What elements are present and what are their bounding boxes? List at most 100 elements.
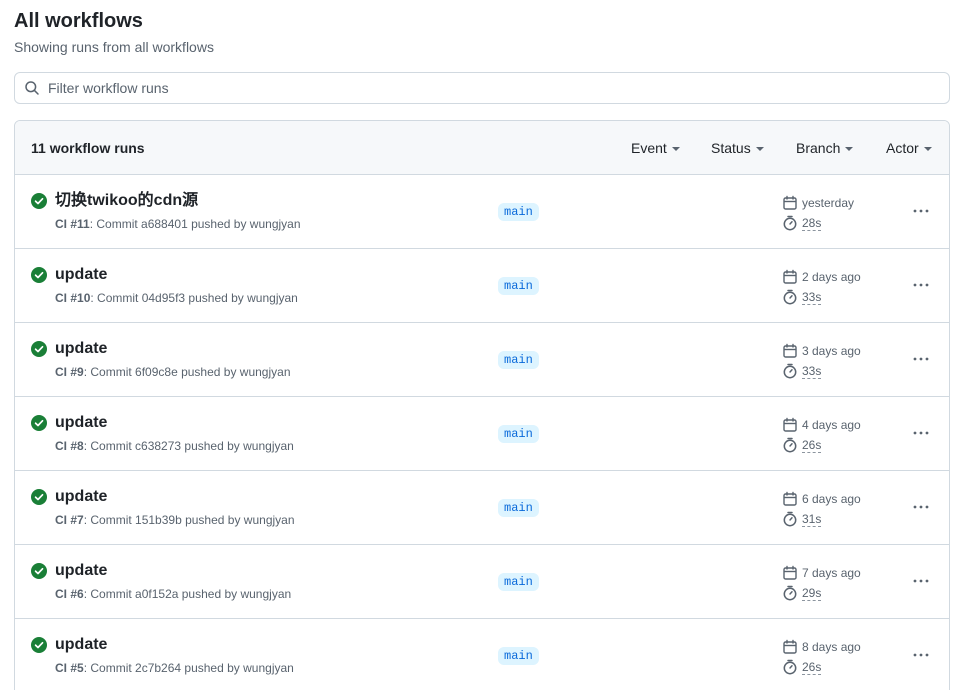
calendar-icon [783, 491, 797, 506]
caret-down-icon [923, 147, 932, 151]
status-filter-label: Status [711, 140, 751, 156]
run-date-text: yesterday [802, 196, 855, 210]
run-title-link[interactable]: update [55, 339, 107, 359]
run-duration-text: 33s [802, 289, 822, 305]
run-duration: 29s [782, 584, 822, 602]
caret-down-icon [755, 147, 764, 151]
branch-badge[interactable]: main [498, 277, 539, 295]
run-duration-text: 26s [802, 659, 822, 675]
more-options-button[interactable] [907, 645, 935, 665]
run-date: 7 days ago [782, 564, 861, 582]
run-title-link[interactable]: update [55, 561, 107, 581]
run-number: #6 [70, 587, 84, 601]
runs-list-header: 11 workflow runs Event Status Branch Act… [15, 121, 949, 175]
workflow-run-row: update CI #10: Commit 04d95f3 pushed by … [15, 249, 949, 323]
more-options-button[interactable] [907, 275, 935, 295]
calendar-icon [783, 417, 797, 432]
workflow-run-row: update CI #7: Commit 151b39b pushed by w… [15, 471, 949, 545]
run-title-link[interactable]: update [55, 413, 107, 433]
run-date: 2 days ago [782, 268, 861, 286]
run-date-text: 6 days ago [802, 492, 861, 506]
success-check-icon [31, 489, 47, 505]
search-icon [24, 80, 40, 96]
run-duration-text: 29s [802, 585, 822, 601]
run-duration-text: 26s [802, 437, 822, 453]
run-commit-detail: : Commit 6f09c8e pushed by wungjyan [83, 365, 291, 379]
stopwatch-icon [783, 659, 797, 675]
branch-badge[interactable]: main [498, 351, 539, 369]
run-title-link[interactable]: update [55, 265, 107, 285]
run-commit-detail: : Commit c638273 pushed by wungjyan [83, 439, 294, 453]
branch-badge[interactable]: main [498, 573, 539, 591]
branch-filter-button[interactable]: Branch [796, 140, 854, 156]
kebab-horizontal-icon [913, 431, 929, 435]
kebab-horizontal-icon [913, 505, 929, 509]
run-date-text: 2 days ago [802, 270, 861, 284]
workflow-run-row: update CI #8: Commit c638273 pushed by w… [15, 397, 949, 471]
run-commit-detail: : Commit a0f152a pushed by wungjyan [83, 587, 292, 601]
workflow-runs-list: 11 workflow runs Event Status Branch Act… [14, 120, 950, 690]
run-number: #9 [70, 365, 84, 379]
kebab-horizontal-icon [913, 579, 929, 583]
stopwatch-icon [783, 511, 797, 527]
more-options-button[interactable] [907, 201, 935, 221]
run-title-link[interactable]: 切换twikoo的cdn源 [55, 191, 198, 211]
success-check-icon [31, 341, 47, 357]
run-workflow-name: CI [55, 587, 67, 601]
run-date: 6 days ago [782, 490, 861, 508]
more-options-button[interactable] [907, 571, 935, 591]
run-date: 4 days ago [782, 416, 861, 434]
stopwatch-icon [783, 363, 797, 379]
success-check-icon [31, 563, 47, 579]
kebab-horizontal-icon [913, 357, 929, 361]
stopwatch-icon [783, 289, 797, 305]
workflow-run-row: update CI #5: Commit 2c7b264 pushed by w… [15, 619, 949, 690]
run-workflow-name: CI [55, 217, 67, 231]
run-workflow-name: CI [55, 365, 67, 379]
runs-count: 11 workflow runs [31, 140, 145, 156]
run-commit-detail: : Commit 04d95f3 pushed by wungjyan [90, 291, 298, 305]
branch-badge[interactable]: main [498, 203, 539, 221]
success-check-icon [31, 193, 47, 209]
actor-filter-button[interactable]: Actor [886, 140, 932, 156]
run-title-link[interactable]: update [55, 635, 107, 655]
run-date: yesterday [782, 194, 854, 212]
calendar-icon [783, 343, 797, 358]
filter-runs-input[interactable] [48, 74, 928, 102]
run-workflow-name: CI [55, 661, 67, 675]
more-options-button[interactable] [907, 497, 935, 517]
stopwatch-icon [783, 215, 797, 231]
run-meta: CI #10: Commit 04d95f3 pushed by wungjya… [55, 290, 298, 306]
success-check-icon [31, 637, 47, 653]
branch-badge[interactable]: main [498, 499, 539, 517]
run-workflow-name: CI [55, 513, 67, 527]
success-check-icon [31, 415, 47, 431]
run-title-link[interactable]: update [55, 487, 107, 507]
run-date-text: 3 days ago [802, 344, 861, 358]
run-duration-text: 31s [802, 511, 822, 527]
page-title: All workflows [14, 10, 143, 32]
event-filter-label: Event [631, 140, 667, 156]
run-meta: CI #6: Commit a0f152a pushed by wungjyan [55, 586, 291, 602]
run-commit-detail: : Commit 2c7b264 pushed by wungjyan [83, 661, 294, 675]
run-duration: 26s [782, 658, 822, 676]
branch-filter-label: Branch [796, 140, 841, 156]
status-filter-button[interactable]: Status [711, 140, 764, 156]
calendar-icon [783, 195, 797, 210]
run-date: 8 days ago [782, 638, 861, 656]
kebab-horizontal-icon [913, 653, 929, 657]
actor-filter-label: Actor [886, 140, 919, 156]
run-commit-detail: : Commit a688401 pushed by wungjyan [89, 217, 301, 231]
more-options-button[interactable] [907, 423, 935, 443]
more-options-button[interactable] [907, 349, 935, 369]
branch-badge[interactable]: main [498, 647, 539, 665]
branch-badge[interactable]: main [498, 425, 539, 443]
filter-runs-box[interactable] [14, 72, 950, 104]
page-subtitle: Showing runs from all workflows [14, 39, 214, 55]
event-filter-button[interactable]: Event [631, 140, 680, 156]
run-duration: 31s [782, 510, 822, 528]
run-date: 3 days ago [782, 342, 861, 360]
run-date-text: 7 days ago [802, 566, 861, 580]
run-number: #8 [70, 439, 84, 453]
run-duration: 26s [782, 436, 822, 454]
